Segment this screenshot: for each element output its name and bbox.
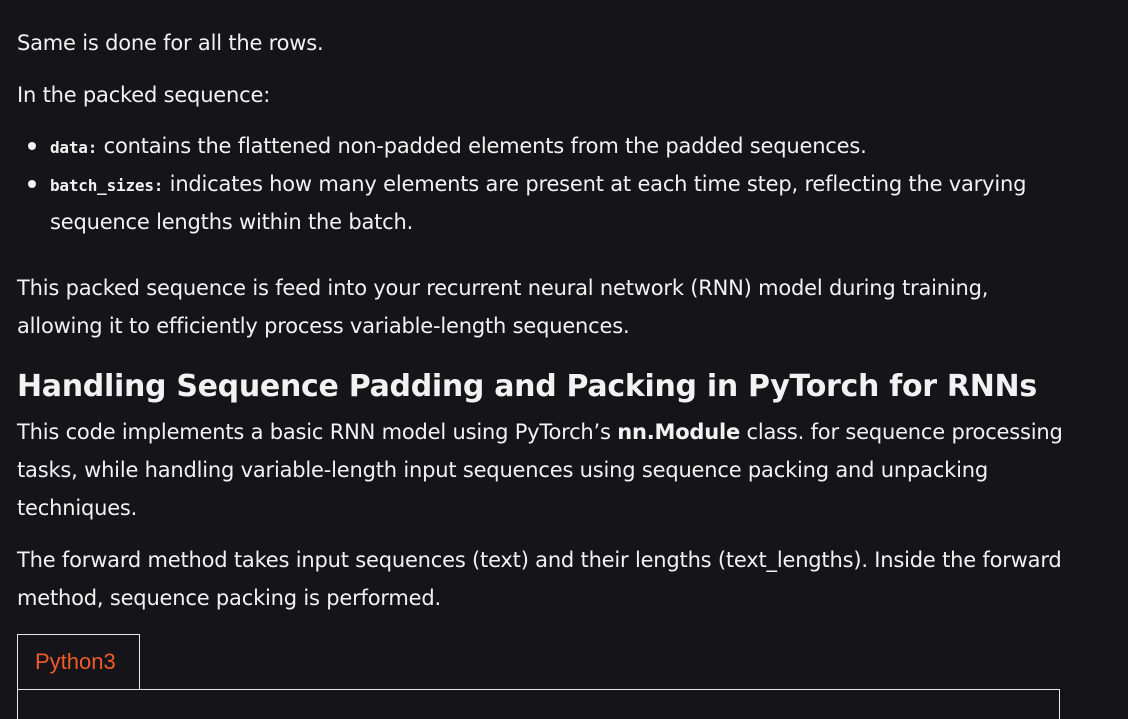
paragraph-feed: This packed sequence is feed into your r… bbox=[17, 276, 989, 338]
paragraph-rows: Same is done for all the rows. bbox=[17, 31, 324, 55]
bold-module-name: nn.Module bbox=[617, 420, 741, 444]
paragraph-forward: The forward method takes input sequences… bbox=[17, 548, 1062, 610]
paragraph-text: This code implements a basic RNN model u… bbox=[17, 420, 618, 444]
paragraph-packed-sequence: In the packed sequence: bbox=[17, 83, 271, 107]
list-item-text: contains the flattened non-padded elemen… bbox=[97, 134, 867, 158]
paragraph-implementation: This code implements a basic RNN model u… bbox=[17, 413, 1067, 527]
packed-sequence-list: data: contains the flattened non-padded … bbox=[17, 128, 1077, 240]
bullet-dot-icon bbox=[28, 142, 36, 150]
inline-code-data: data: bbox=[50, 138, 98, 157]
list-item: data: contains the flattened non-padded … bbox=[17, 128, 1077, 166]
list-item: batch_sizes: indicates how many elements… bbox=[17, 166, 1077, 240]
bullet-dot-icon bbox=[28, 180, 36, 188]
tab-python3[interactable]: Python3 bbox=[17, 634, 140, 689]
code-block bbox=[17, 689, 1060, 719]
tab-label: Python3 bbox=[35, 649, 116, 674]
list-item-text: indicates how many elements are present … bbox=[50, 172, 1027, 234]
inline-code-batch-sizes: batch_sizes: bbox=[50, 176, 164, 195]
section-heading: Handling Sequence Padding and Packing in… bbox=[17, 369, 1037, 404]
